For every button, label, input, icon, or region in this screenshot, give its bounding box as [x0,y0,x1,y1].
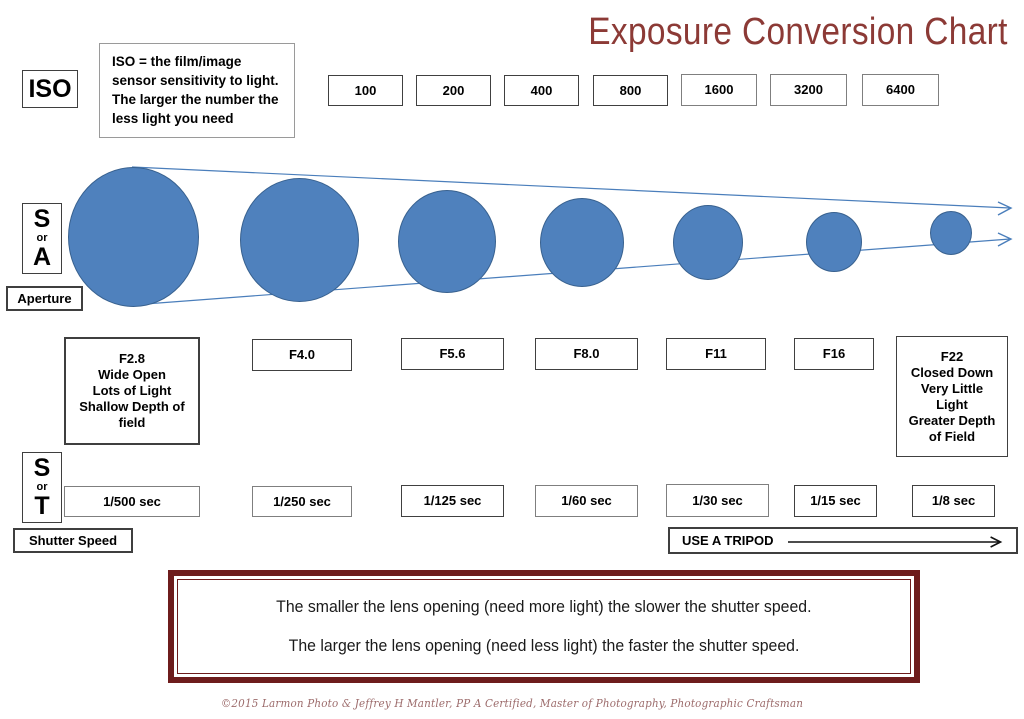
fstop-line: F8.0 [573,346,600,361]
fstop-line: F2.8 [118,351,145,366]
page-title: Exposure Conversion Chart [588,11,1008,53]
fstop-line: field [118,415,146,430]
shutter-value-box: 1/30 sec [666,484,769,517]
iso-description-box: ISO = the film/image sensor sensitivity … [99,43,295,138]
fstop-line: F11 [705,346,727,361]
use-a-tripod-bar: USE A TRIPOD [668,527,1018,554]
iso-value-box: 400 [504,75,579,106]
fstop-line: F5.6 [439,346,466,361]
iso-value-box: 6400 [862,74,939,106]
use-a-tripod-label: USE A TRIPOD [682,533,774,548]
shutter-letter-top: S [33,454,51,482]
summary-message-line: The larger the lens opening (need less l… [288,636,800,655]
iso-value-box: 1600 [681,74,757,106]
shutter-value-box: 1/500 sec [64,486,200,517]
fstop-line: F4.0 [288,347,315,362]
iso-value-text: 200 [442,82,465,98]
fstop-box: F11 [666,338,766,370]
aperture-circle [68,167,199,307]
iso-value-text: 800 [619,82,642,98]
shutter-letter-bottom: T [34,492,50,520]
iso-value-box: 3200 [770,74,847,106]
shutter-label-text: Shutter Speed [28,532,118,548]
fstop-line: Closed Down [910,364,994,380]
shutter-value-text: 1/15 sec [810,493,861,508]
aperture-circle [930,211,972,255]
aperture-circle [673,205,743,280]
aperture-circle [540,198,624,287]
shutter-value-text: 1/250 sec [273,493,331,509]
iso-value-box: 800 [593,75,668,106]
fstop-line: F22 [940,348,964,364]
shutter-value-box: 1/60 sec [535,485,638,517]
fstop-box: F2.8 Wide Open Lots of Light Shallow Dep… [64,337,200,445]
copyright-footer: ©2015 Larmon Photo & Jeffrey H Mantler, … [220,697,804,710]
iso-value-box: 100 [328,75,403,106]
iso-value-box: 200 [416,75,491,106]
shutter-value-box: 1/15 sec [794,485,877,517]
aperture-circle [240,178,359,302]
fstop-line: Wide Open [98,367,166,382]
summary-message-inner: The smaller the lens opening (need more … [177,579,911,674]
fstop-box: F5.6 [401,338,504,370]
fstop-line: Lots of Light [92,383,172,398]
tripod-arrow-icon [787,535,1007,548]
iso-description-line: sensor sensitivity to light. [112,73,279,88]
shutter-value-box: 1/8 sec [912,485,995,517]
fstop-line: Light [936,396,968,412]
iso-value-text: 100 [354,82,377,98]
summary-message-line: The smaller the lens opening (need more … [276,597,812,616]
shutter-value-text: 1/8 sec [931,493,976,508]
fstop-line: F16 [822,346,846,361]
iso-description-line: ISO = the film/image [112,54,242,69]
fstop-box: F22 Closed Down Very Little Light Greate… [896,336,1008,457]
iso-value-text: 3200 [794,82,823,97]
fstop-box: F4.0 [252,339,352,371]
fstop-line: Very Little [920,380,984,396]
fstop-box: F8.0 [535,338,638,370]
iso-description-line: The larger the number [112,92,255,107]
iso-label-box: ISO [22,70,78,108]
fstop-line: Greater Depth [908,412,996,428]
iso-label-text: ISO [28,74,72,103]
exposure-conversion-chart-page: Exposure Conversion Chart ISO ISO = the … [0,0,1024,719]
shutter-value-text: 1/500 sec [103,493,161,509]
iso-value-text: 1600 [704,82,734,97]
shutter-letter-box: S or T [22,452,62,523]
shutter-label-box: Shutter Speed [13,528,133,553]
shutter-value-box: 1/125 sec [401,485,504,517]
fstop-line: of Field [928,428,976,444]
iso-value-text: 6400 [886,82,915,97]
shutter-value-box: 1/250 sec [252,486,352,517]
shutter-value-text: 1/30 sec [692,492,743,508]
fstop-line: Shallow Depth of [79,399,185,414]
fstop-box: F16 [794,338,874,370]
iso-value-text: 400 [530,82,553,98]
shutter-value-text: 1/60 sec [561,493,612,508]
aperture-circle [806,212,862,272]
aperture-circle [398,190,496,293]
summary-message-box: The smaller the lens opening (need more … [168,570,920,683]
shutter-value-text: 1/125 sec [423,493,482,508]
